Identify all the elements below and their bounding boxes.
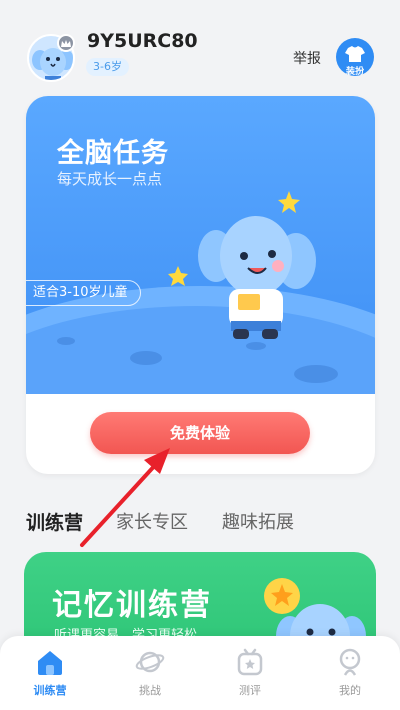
age-badge: 3-6岁 [86, 58, 129, 76]
brain-task-card[interactable]: 全脑任务 每天成长一点点 适合3-10岁儿童 免费体验 [26, 96, 375, 474]
tab-training-camp[interactable]: 训练营 [26, 508, 83, 535]
username: 9Y5URC80 [87, 30, 198, 52]
nav-item-challenge[interactable]: 挑战 [120, 648, 180, 698]
bottom-navigation: 训练营 挑战 测评 我的 [0, 636, 400, 710]
crown-badge-icon [57, 34, 75, 52]
profile-header: 9Y5URC80 3-6岁 举报 装扮 [0, 0, 400, 90]
age-range-pill: 适合3-10岁儿童 [26, 280, 141, 306]
nav-label: 训练营 [33, 684, 67, 697]
report-button[interactable]: 举报 [293, 48, 321, 68]
nav-item-training-camp[interactable]: 训练营 [20, 648, 80, 698]
banner-title: 记忆训练营 [52, 588, 212, 623]
card-title: 全脑任务 [57, 138, 169, 169]
tab-parent-zone[interactable]: 家长专区 [116, 508, 188, 534]
home-icon [38, 651, 62, 675]
free-trial-button[interactable]: 免费体验 [90, 412, 310, 454]
profile-icon [339, 648, 361, 676]
test-icon [237, 648, 263, 676]
nav-item-profile[interactable]: 我的 [320, 648, 380, 698]
nav-label: 挑战 [139, 684, 161, 697]
nav-label: 测评 [239, 684, 261, 697]
nav-label: 我的 [339, 684, 361, 697]
card-subtitle: 每天成长一点点 [57, 170, 163, 188]
tab-fun-extension[interactable]: 趣味拓展 [222, 508, 294, 534]
card-illustration-area: 全脑任务 每天成长一点点 适合3-10岁儿童 [26, 96, 375, 394]
nav-item-assessment[interactable]: 测评 [220, 648, 280, 698]
planet-icon [135, 651, 165, 673]
section-tabs: 训练营 家长专区 趣味拓展 [26, 508, 386, 538]
dress-up-label: 装扮 [345, 67, 364, 77]
